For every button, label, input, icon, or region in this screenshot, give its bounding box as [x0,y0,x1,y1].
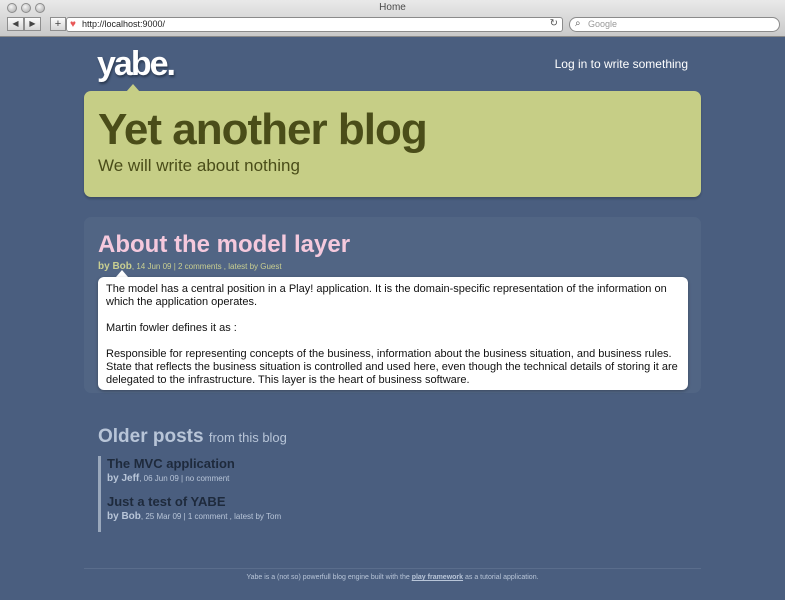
blog-subtitle: We will write about nothing [98,156,300,175]
play-framework-link[interactable]: play framework [412,574,463,581]
footer-text-before: Yabe is a (not so) powerfull blog engine… [246,574,412,581]
older-post-meta-details[interactable]: , 25 Mar 09 | 1 comment , latest by Tom [141,512,281,521]
search-placeholder: Google [588,19,618,29]
login-link[interactable]: Log in to write something [555,57,688,71]
older-post-item: The MVC application by Jeff, 06 Jun 09 |… [98,456,498,494]
post-body: The model has a central position in a Pl… [98,277,688,390]
forward-button[interactable]: ▶ [24,17,41,31]
blog-title[interactable]: Yet another blog [98,105,428,155]
older-post-author: by Bob [107,511,141,522]
post-paragraph: The model has a central position in a Pl… [106,283,667,308]
url-field[interactable]: ♥ http://localhost:9000/ ↻ [66,17,563,32]
post-body-pointer [116,270,128,277]
older-post-meta: by Bob, 25 Mar 09 | 1 comment , latest b… [107,511,498,522]
footer-divider [84,568,701,569]
url-text[interactable]: http://localhost:9000/ [82,19,165,29]
older-post-meta-details[interactable]: , 06 Jun 09 | no comment [139,474,229,483]
new-tab-button[interactable]: + [50,17,66,31]
window-title: Home [379,2,406,13]
reload-icon[interactable]: ↻ [550,18,558,29]
page-content: yabe. Log in to write something Yet anot… [0,37,785,600]
browser-chrome: Home ◀ ▶ + ♥ http://localhost:9000/ ↻ ⌕ … [0,0,785,37]
post-paragraph: Responsible for representing concepts of… [106,348,678,386]
older-post-author: by Jeff [107,473,140,484]
footer: Yabe is a (not so) powerfull blog engine… [0,574,785,581]
post-paragraph: Martin fowler defines it as : [106,322,237,334]
post-meta-details[interactable]: , 14 Jun 09 | 2 comments , latest by Gue… [132,262,282,271]
title-bar: Home [0,0,785,15]
favicon-icon: ♥ [70,19,76,30]
older-posts-title: Older posts [98,426,204,447]
older-post-title[interactable]: Just a test of YABE [107,494,498,509]
footer-text-after: as a tutorial application. [463,574,539,581]
older-post-meta: by Jeff, 06 Jun 09 | no comment [107,473,498,484]
older-post-item: Just a test of YABE by Bob, 25 Mar 09 | … [98,494,498,532]
older-posts-heading: Older posts from this blog [98,426,287,448]
featured-post: About the model layer by Bob, 14 Jun 09 … [84,217,701,393]
older-post-title[interactable]: The MVC application [107,456,498,471]
older-posts-subtitle: from this blog [208,430,287,445]
site-logo[interactable]: yabe. [97,45,176,84]
back-button[interactable]: ◀ [7,17,24,31]
blog-header: Yet another blog We will write about not… [84,91,701,197]
search-icon: ⌕ [575,18,581,29]
search-field[interactable]: ⌕ Google [569,17,780,32]
post-title[interactable]: About the model layer [98,231,350,259]
